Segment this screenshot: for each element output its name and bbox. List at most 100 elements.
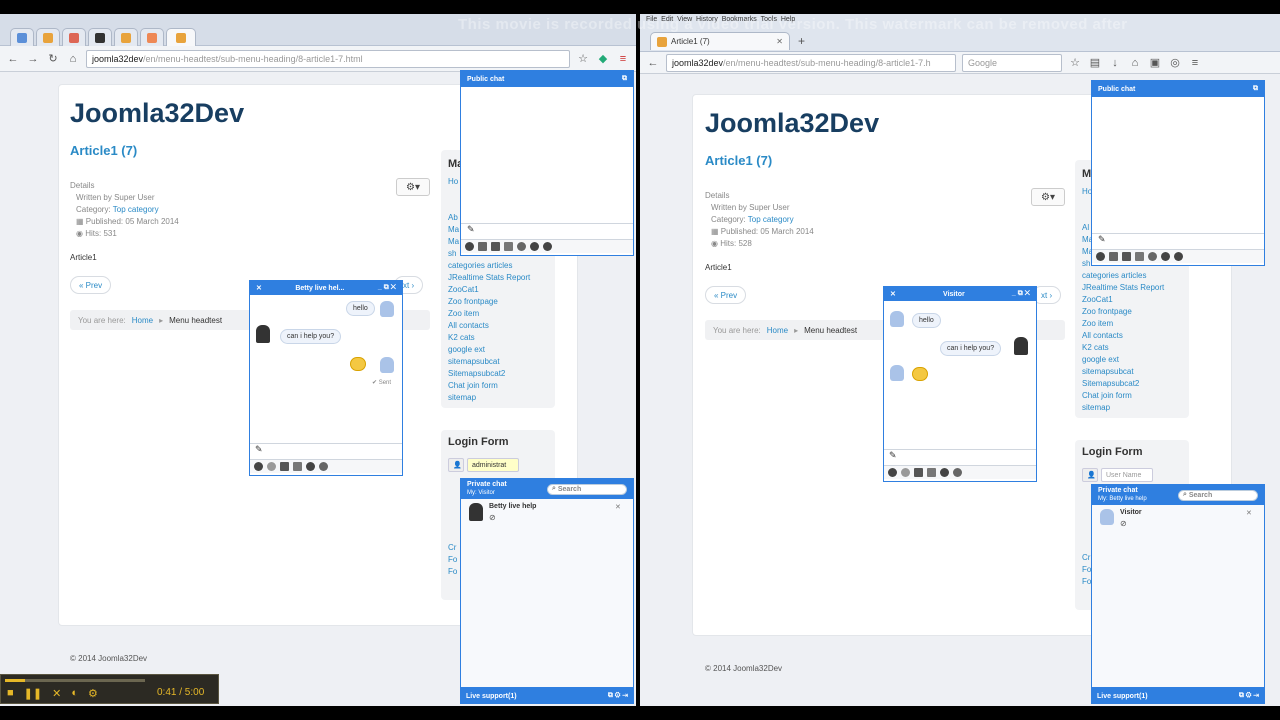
refresh-icon[interactable] [953,468,962,477]
menu-item[interactable]: JRealtime Stats Report [1082,282,1164,294]
forward-icon[interactable]: → [26,52,40,66]
prev-button[interactable]: « Prev [70,276,112,294]
article-title[interactable]: Article1 (7) [705,153,772,168]
login-link[interactable]: Fo [448,566,457,578]
message-input[interactable]: ✎ [884,449,1036,463]
users-icon[interactable] [1122,252,1131,261]
live-support-bar[interactable]: Live support(1) ⧉ ⚙ ⇥ [460,688,634,704]
menu-item[interactable]: ZooCat1 [448,284,530,296]
new-tab-button[interactable]: + [798,34,805,48]
tab-6[interactable] [140,28,164,46]
close-icon[interactable]: ✕ [256,284,262,292]
refresh-icon[interactable] [1148,252,1157,261]
menu-item[interactable]: categories articles [1082,270,1164,282]
doc-icon[interactable] [504,242,513,251]
download-icon[interactable] [280,462,289,471]
settings-icon[interactable] [1161,252,1170,261]
menu-item[interactable]: All contacts [448,320,530,332]
popout-icon[interactable]: ⧉ [622,75,627,83]
site-brand[interactable]: Joomla32Dev [705,108,879,139]
close-contact-icon[interactable]: ✕ [1246,509,1252,517]
window-controls-icon[interactable]: _ ⧉ ✕ [1012,290,1030,298]
doc-icon[interactable] [293,462,302,471]
menu-item[interactable]: sitemapsubcat [1082,366,1164,378]
menu-item[interactable]: All contacts [1082,330,1164,342]
live-support-controls-icon[interactable]: ⧉ ⚙ ⇥ [608,692,628,700]
library-icon[interactable]: ▤ [1088,56,1102,70]
settings-icon[interactable] [530,242,539,251]
settings-icon[interactable] [940,468,949,477]
public-chat-header[interactable]: Public chat ⧉ [1092,81,1264,97]
message-input[interactable]: ✎ [250,443,402,457]
address-bar[interactable]: joomla32dev/en/menu-headtest/sub-menu-he… [86,49,570,68]
addon-icon[interactable]: ◎ [1168,56,1182,70]
tab-1[interactable] [10,28,34,46]
menu-item[interactable]: sitemap [1082,402,1164,414]
live-support-controls-icon[interactable]: ⧉ ⚙ ⇥ [1239,692,1259,700]
menu-item[interactable]: K2 cats [1082,342,1164,354]
refresh-icon[interactable] [517,242,526,251]
menu-item[interactable]: Sitemapsubcat2 [448,368,530,380]
contact-name[interactable]: Visitor [1120,509,1142,516]
file-icon[interactable] [478,242,487,251]
emoji-icon[interactable] [254,462,263,471]
tab-2[interactable] [36,28,60,46]
users-icon[interactable] [491,242,500,251]
pause-icon[interactable]: ❚❚ [24,687,42,700]
pencil-icon[interactable]: ✎ [461,223,633,237]
fullscreen-icon[interactable]: ✕ [52,687,61,700]
contact-name[interactable]: Betty live help [489,503,536,510]
menu-item[interactable]: Zoo frontpage [448,296,530,308]
menu-item[interactable]: google ext [448,344,530,356]
login-link[interactable]: Cr [1082,552,1091,564]
doc-icon[interactable] [927,468,936,477]
menu-item[interactable]: google ext [1082,354,1164,366]
tab-active[interactable] [166,28,196,46]
tab-active[interactable]: Article1 (7) ✕ [650,32,790,50]
menu-item[interactable]: JRealtime Stats Report [448,272,530,284]
menu-item[interactable]: sitemap [448,392,530,404]
smile-icon[interactable] [267,462,276,471]
back-icon[interactable]: ← [6,52,20,66]
tab-3[interactable] [62,28,86,46]
tab-4[interactable] [88,28,112,46]
progress-track[interactable] [5,679,145,682]
doc-icon[interactable] [1135,252,1144,261]
window-controls-icon[interactable]: _ ⧉ ✕ [378,284,396,292]
breadcrumb-home[interactable]: Home [767,326,788,335]
menu-item[interactable]: ZooCat1 [1082,294,1164,306]
article-title[interactable]: Article1 (7) [70,143,137,158]
stop-icon[interactable]: ■ [7,687,14,700]
info-icon[interactable] [1174,252,1183,261]
extension-icon[interactable]: ◆ [596,52,610,66]
contact-search[interactable]: ⌕ Search [547,483,627,495]
login-link[interactable]: Fo [1082,576,1091,588]
login-link[interactable]: Cr [448,542,457,554]
site-brand[interactable]: Joomla32Dev [70,98,244,129]
close-tab-icon[interactable]: ✕ [776,37,783,46]
category-link[interactable]: Top category [748,215,794,224]
username-input[interactable]: administrat [467,458,519,472]
back-icon[interactable]: ← [646,56,660,70]
live-support-bar[interactable]: Live support(1) ⧉ ⚙ ⇥ [1091,688,1265,704]
volume-icon[interactable]: ◐ [71,687,78,700]
menu-item[interactable]: Sitemapsubcat2 [1082,378,1164,390]
login-link[interactable]: Fo [448,554,457,566]
category-link[interactable]: Top category [113,205,159,214]
menu-item[interactable]: K2 cats [448,332,530,344]
download-icon[interactable] [914,468,923,477]
article-tools-button[interactable]: ⚙▾ [1031,188,1065,206]
login-link[interactable]: Fo [1082,564,1091,576]
reload-icon[interactable]: ↻ [46,52,60,66]
close-contact-icon[interactable]: ✕ [615,503,621,511]
username-input[interactable]: User Name [1101,468,1153,482]
contact-search[interactable]: ⌕ Search [1178,489,1258,501]
menu-item[interactable]: categories articles [448,260,530,272]
popout-icon[interactable]: ⧉ [1253,85,1258,93]
public-chat-header[interactable]: Public chat ⧉ [461,71,633,87]
settings-icon[interactable]: ⚙ [88,687,98,700]
settings-icon[interactable] [306,462,315,471]
address-bar[interactable]: joomla32dev/en/menu-headtest/sub-menu-he… [666,53,956,72]
refresh-icon[interactable] [319,462,328,471]
info-icon[interactable] [543,242,552,251]
